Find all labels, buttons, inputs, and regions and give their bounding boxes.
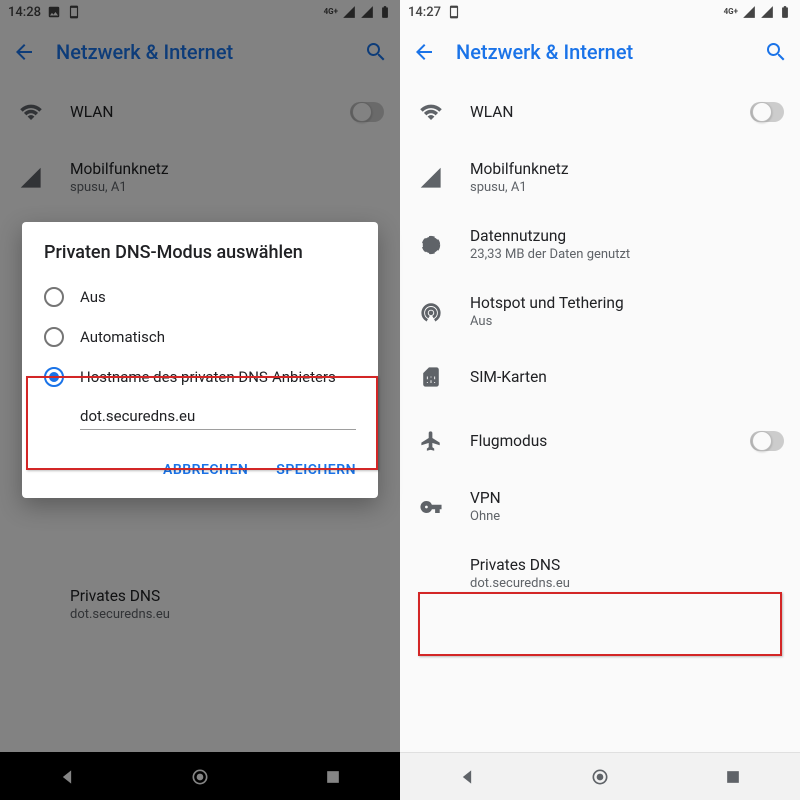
row-sim[interactable]: SIM-Karten [400, 345, 800, 409]
radio-option-off[interactable]: Aus [22, 277, 378, 317]
row-private-dns[interactable]: Privates DNS dot.securedns.eu [400, 540, 800, 607]
signal-icon-2 [760, 5, 774, 19]
radio-icon [44, 327, 64, 347]
search-button[interactable] [764, 40, 788, 64]
row-mobile[interactable]: Mobilfunknetz spusu, A1 [400, 144, 800, 211]
wifi-icon [420, 101, 442, 123]
wlan-switch[interactable] [750, 102, 784, 122]
cancel-button[interactable]: ABBRECHEN [153, 454, 258, 486]
row-title: VPN [470, 489, 784, 507]
cellular-icon [420, 167, 442, 189]
signal-icon [742, 5, 756, 19]
row-title: Datennutzung [470, 227, 784, 245]
app-bar: Netzwerk & Internet [400, 24, 800, 80]
row-title: Hotspot und Tethering [470, 294, 784, 312]
sim-icon [420, 366, 442, 388]
row-subtitle: Ohne [470, 509, 784, 524]
page-title: Netzwerk & Internet [456, 40, 744, 64]
screen-right: 14:27 4G+ Netzwerk & Internet WLAN Mobil… [400, 0, 800, 800]
row-wlan[interactable]: WLAN [400, 80, 800, 144]
dns-mode-dialog: Privaten DNS-Modus auswählen Aus Automat… [22, 222, 378, 498]
row-hotspot[interactable]: Hotspot und Tethering Aus [400, 278, 800, 345]
row-title: Privates DNS [470, 556, 784, 574]
airplane-switch[interactable] [750, 431, 784, 451]
row-airplane[interactable]: Flugmodus [400, 409, 800, 473]
radio-icon [44, 287, 64, 307]
data-usage-icon [420, 234, 442, 256]
network-type: 4G+ [724, 8, 738, 16]
row-subtitle: dot.securedns.eu [470, 576, 784, 591]
radio-option-hostname[interactable]: Hostname des privaten DNS-Anbieters [22, 357, 378, 397]
save-button[interactable]: SPEICHERN [266, 454, 366, 486]
row-subtitle: spusu, A1 [470, 180, 784, 195]
row-title: SIM-Karten [470, 368, 784, 386]
radio-label: Hostname des privaten DNS-Anbieters [80, 368, 336, 386]
nav-recents[interactable] [723, 767, 743, 787]
nav-bar [400, 752, 800, 800]
nav-back[interactable] [457, 767, 477, 787]
screen-left: 14:28 4G+ Netzwerk & Internet WLAN Mobil… [0, 0, 400, 800]
dialog-title: Privaten DNS-Modus auswählen [22, 242, 378, 277]
status-time: 14:27 [408, 5, 441, 20]
row-data-usage[interactable]: Datennutzung 23,33 MB der Daten genutzt [400, 211, 800, 278]
row-subtitle: 23,33 MB der Daten genutzt [470, 247, 784, 262]
row-title: Mobilfunknetz [470, 160, 784, 178]
row-subtitle: Aus [470, 314, 784, 329]
status-bar: 14:27 4G+ [400, 0, 800, 24]
back-button[interactable] [412, 40, 436, 64]
row-title: Flugmodus [470, 432, 722, 450]
row-title: WLAN [470, 103, 722, 121]
row-vpn[interactable]: VPN Ohne [400, 473, 800, 540]
vpn-key-icon [420, 496, 442, 518]
radio-label: Aus [80, 288, 106, 306]
radio-icon-checked [44, 367, 64, 387]
battery-icon [778, 5, 792, 19]
hotspot-icon [420, 301, 442, 323]
dns-hostname-input[interactable] [80, 401, 356, 430]
radio-option-auto[interactable]: Automatisch [22, 317, 378, 357]
airplane-icon [420, 430, 442, 452]
radio-label: Automatisch [80, 328, 165, 346]
phone-locked-icon [447, 5, 461, 19]
nav-home[interactable] [590, 767, 610, 787]
settings-list: WLAN Mobilfunknetz spusu, A1 Datennutzun… [400, 80, 800, 752]
